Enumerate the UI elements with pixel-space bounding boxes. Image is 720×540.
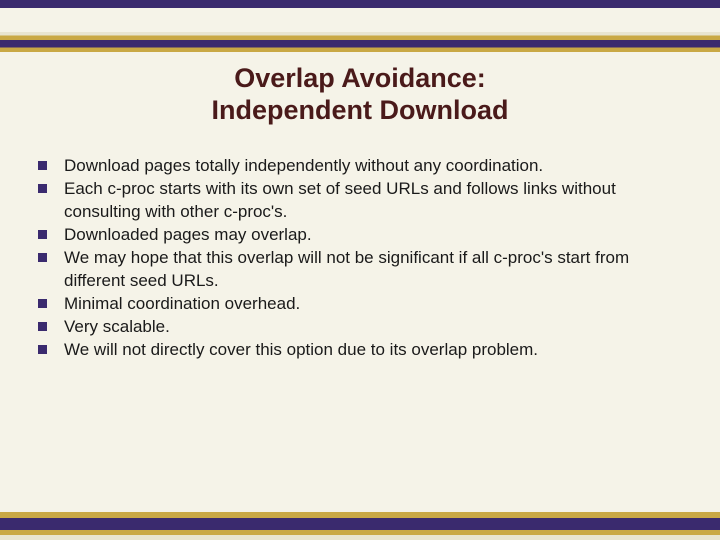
- top-stripe: [0, 0, 720, 8]
- list-item: We will not directly cover this option d…: [34, 339, 690, 362]
- slide-title: Overlap Avoidance: Independent Download: [0, 62, 720, 127]
- list-item: Download pages totally independently wit…: [34, 155, 690, 178]
- list-item: We may hope that this overlap will not b…: [34, 247, 690, 293]
- title-line-1: Overlap Avoidance:: [40, 62, 680, 94]
- list-item: Each c-proc starts with its own set of s…: [34, 178, 690, 224]
- footer-accent-band: [0, 512, 720, 540]
- title-line-2: Independent Download: [40, 94, 680, 126]
- slide-body: Download pages totally independently wit…: [34, 155, 690, 361]
- list-item: Downloaded pages may overlap.: [34, 224, 690, 247]
- list-item: Very scalable.: [34, 316, 690, 339]
- header-accent-band: [0, 32, 720, 52]
- bullet-list: Download pages totally independently wit…: [34, 155, 690, 361]
- list-item: Minimal coordination overhead.: [34, 293, 690, 316]
